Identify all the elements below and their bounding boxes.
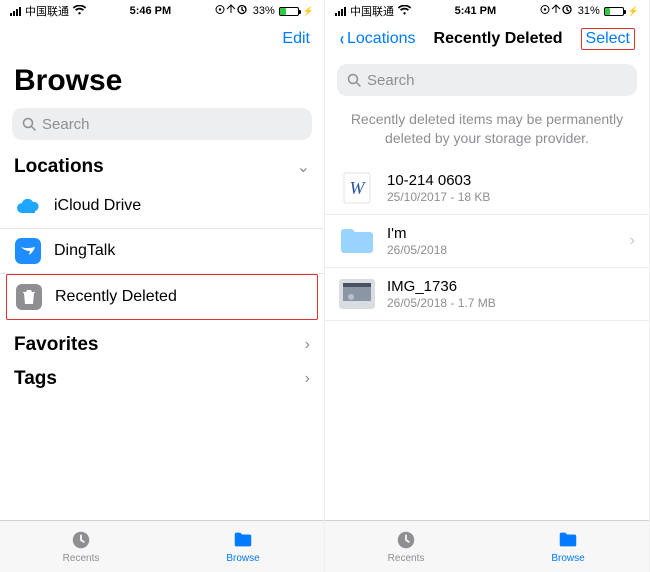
carrier-label: 中国联通 <box>25 3 69 19</box>
file-meta: 25/10/2017 - 18 KB <box>387 190 490 204</box>
word-doc-icon: W <box>339 170 375 206</box>
file-meta: 26/05/2018 <box>387 243 447 257</box>
dingtalk-icon <box>14 237 42 265</box>
wifi-icon <box>398 5 411 18</box>
tab-label: Recents <box>388 553 425 564</box>
select-button[interactable]: Select <box>581 28 635 50</box>
chevron-right-icon: › <box>305 370 310 388</box>
tags-header[interactable]: Tags › <box>0 362 324 396</box>
signal-bars-icon <box>10 7 21 16</box>
tags-header-label: Tags <box>14 368 57 390</box>
folder-icon <box>231 529 255 551</box>
clock-icon <box>69 529 93 551</box>
status-time: 5:41 PM <box>411 5 540 17</box>
nav-title: Recently Deleted <box>416 30 581 48</box>
file-row-word[interactable]: W 10-214 0603 25/10/2017 - 18 KB <box>325 162 649 215</box>
charging-icon: ⚡ <box>303 6 314 17</box>
locations-header-label: Locations <box>14 156 104 178</box>
folder-icon <box>339 223 375 259</box>
clock-icon <box>394 529 418 551</box>
search-placeholder: Search <box>42 116 90 133</box>
file-row-folder[interactable]: I'm 26/05/2018 › <box>325 215 649 268</box>
search-placeholder: Search <box>367 72 415 89</box>
signal-bars-icon <box>335 7 346 16</box>
page-title: Browse <box>0 56 324 108</box>
favorites-header[interactable]: Favorites › <box>0 328 324 362</box>
status-bar: 中国联通 5:46 PM 33% ⚡ <box>0 0 324 22</box>
battery-icon <box>279 7 299 16</box>
file-meta: 26/05/2018 - 1.7 MB <box>387 296 496 310</box>
favorites-header-label: Favorites <box>14 334 98 356</box>
icloud-icon <box>14 192 42 220</box>
file-name: I'm <box>387 225 447 242</box>
chevron-right-icon: › <box>305 336 310 354</box>
battery-icon <box>604 7 624 16</box>
battery-pct: 31% <box>578 5 600 17</box>
tab-bar: Recents Browse <box>0 520 324 572</box>
screen-browse: 中国联通 5:46 PM 33% ⚡ Edit <box>0 0 325 572</box>
location-icloud-drive[interactable]: iCloud Drive <box>0 184 324 229</box>
wifi-icon <box>73 5 86 18</box>
screen-recently-deleted: 中国联通 5:41 PM 31% ⚡ ‹ <box>325 0 650 572</box>
folder-icon <box>556 529 580 551</box>
status-bar: 中国联通 5:41 PM 31% ⚡ <box>325 0 649 22</box>
trash-icon <box>15 283 43 311</box>
carrier-label: 中国联通 <box>350 3 394 19</box>
svg-text:W: W <box>350 178 367 198</box>
tab-bar: Recents Browse <box>325 520 649 572</box>
nav-bar: ‹ Locations Recently Deleted Select <box>325 22 649 56</box>
location-recently-deleted[interactable]: Recently Deleted <box>6 274 318 320</box>
chevron-right-icon: › <box>630 232 635 250</box>
file-row-image[interactable]: IMG_1736 26/05/2018 - 1.7 MB <box>325 268 649 321</box>
file-name: IMG_1736 <box>387 278 496 295</box>
location-label: DingTalk <box>54 242 115 260</box>
info-text: Recently deleted items may be permanentl… <box>325 106 649 162</box>
tab-browse[interactable]: Browse <box>487 521 649 572</box>
tab-recents[interactable]: Recents <box>0 521 162 572</box>
tab-label: Browse <box>226 553 259 564</box>
search-icon <box>347 73 361 87</box>
edit-button[interactable]: Edit <box>282 30 310 48</box>
search-input[interactable]: Search <box>12 108 312 140</box>
battery-pct: 33% <box>253 5 275 17</box>
status-indicators-icon <box>215 4 249 18</box>
charging-icon: ⚡ <box>628 6 639 17</box>
chevron-left-icon: ‹ <box>340 29 344 50</box>
status-time: 5:46 PM <box>86 5 215 17</box>
search-icon <box>22 117 36 131</box>
tab-label: Browse <box>551 553 584 564</box>
nav-bar: Edit <box>0 22 324 56</box>
locations-header[interactable]: Locations ⌄ <box>0 150 324 184</box>
tab-recents[interactable]: Recents <box>325 521 487 572</box>
chevron-down-icon: ⌄ <box>297 157 310 177</box>
status-indicators-icon <box>540 4 574 18</box>
back-label: Locations <box>347 30 416 48</box>
location-label: iCloud Drive <box>54 197 141 215</box>
photo-thumbnail <box>339 276 375 312</box>
location-dingtalk[interactable]: DingTalk <box>0 229 324 274</box>
tab-label: Recents <box>63 553 100 564</box>
tab-browse[interactable]: Browse <box>162 521 324 572</box>
search-input[interactable]: Search <box>337 64 637 96</box>
back-button[interactable]: ‹ Locations <box>339 29 416 50</box>
location-label: Recently Deleted <box>55 288 177 306</box>
file-name: 10-214 0603 <box>387 172 490 189</box>
